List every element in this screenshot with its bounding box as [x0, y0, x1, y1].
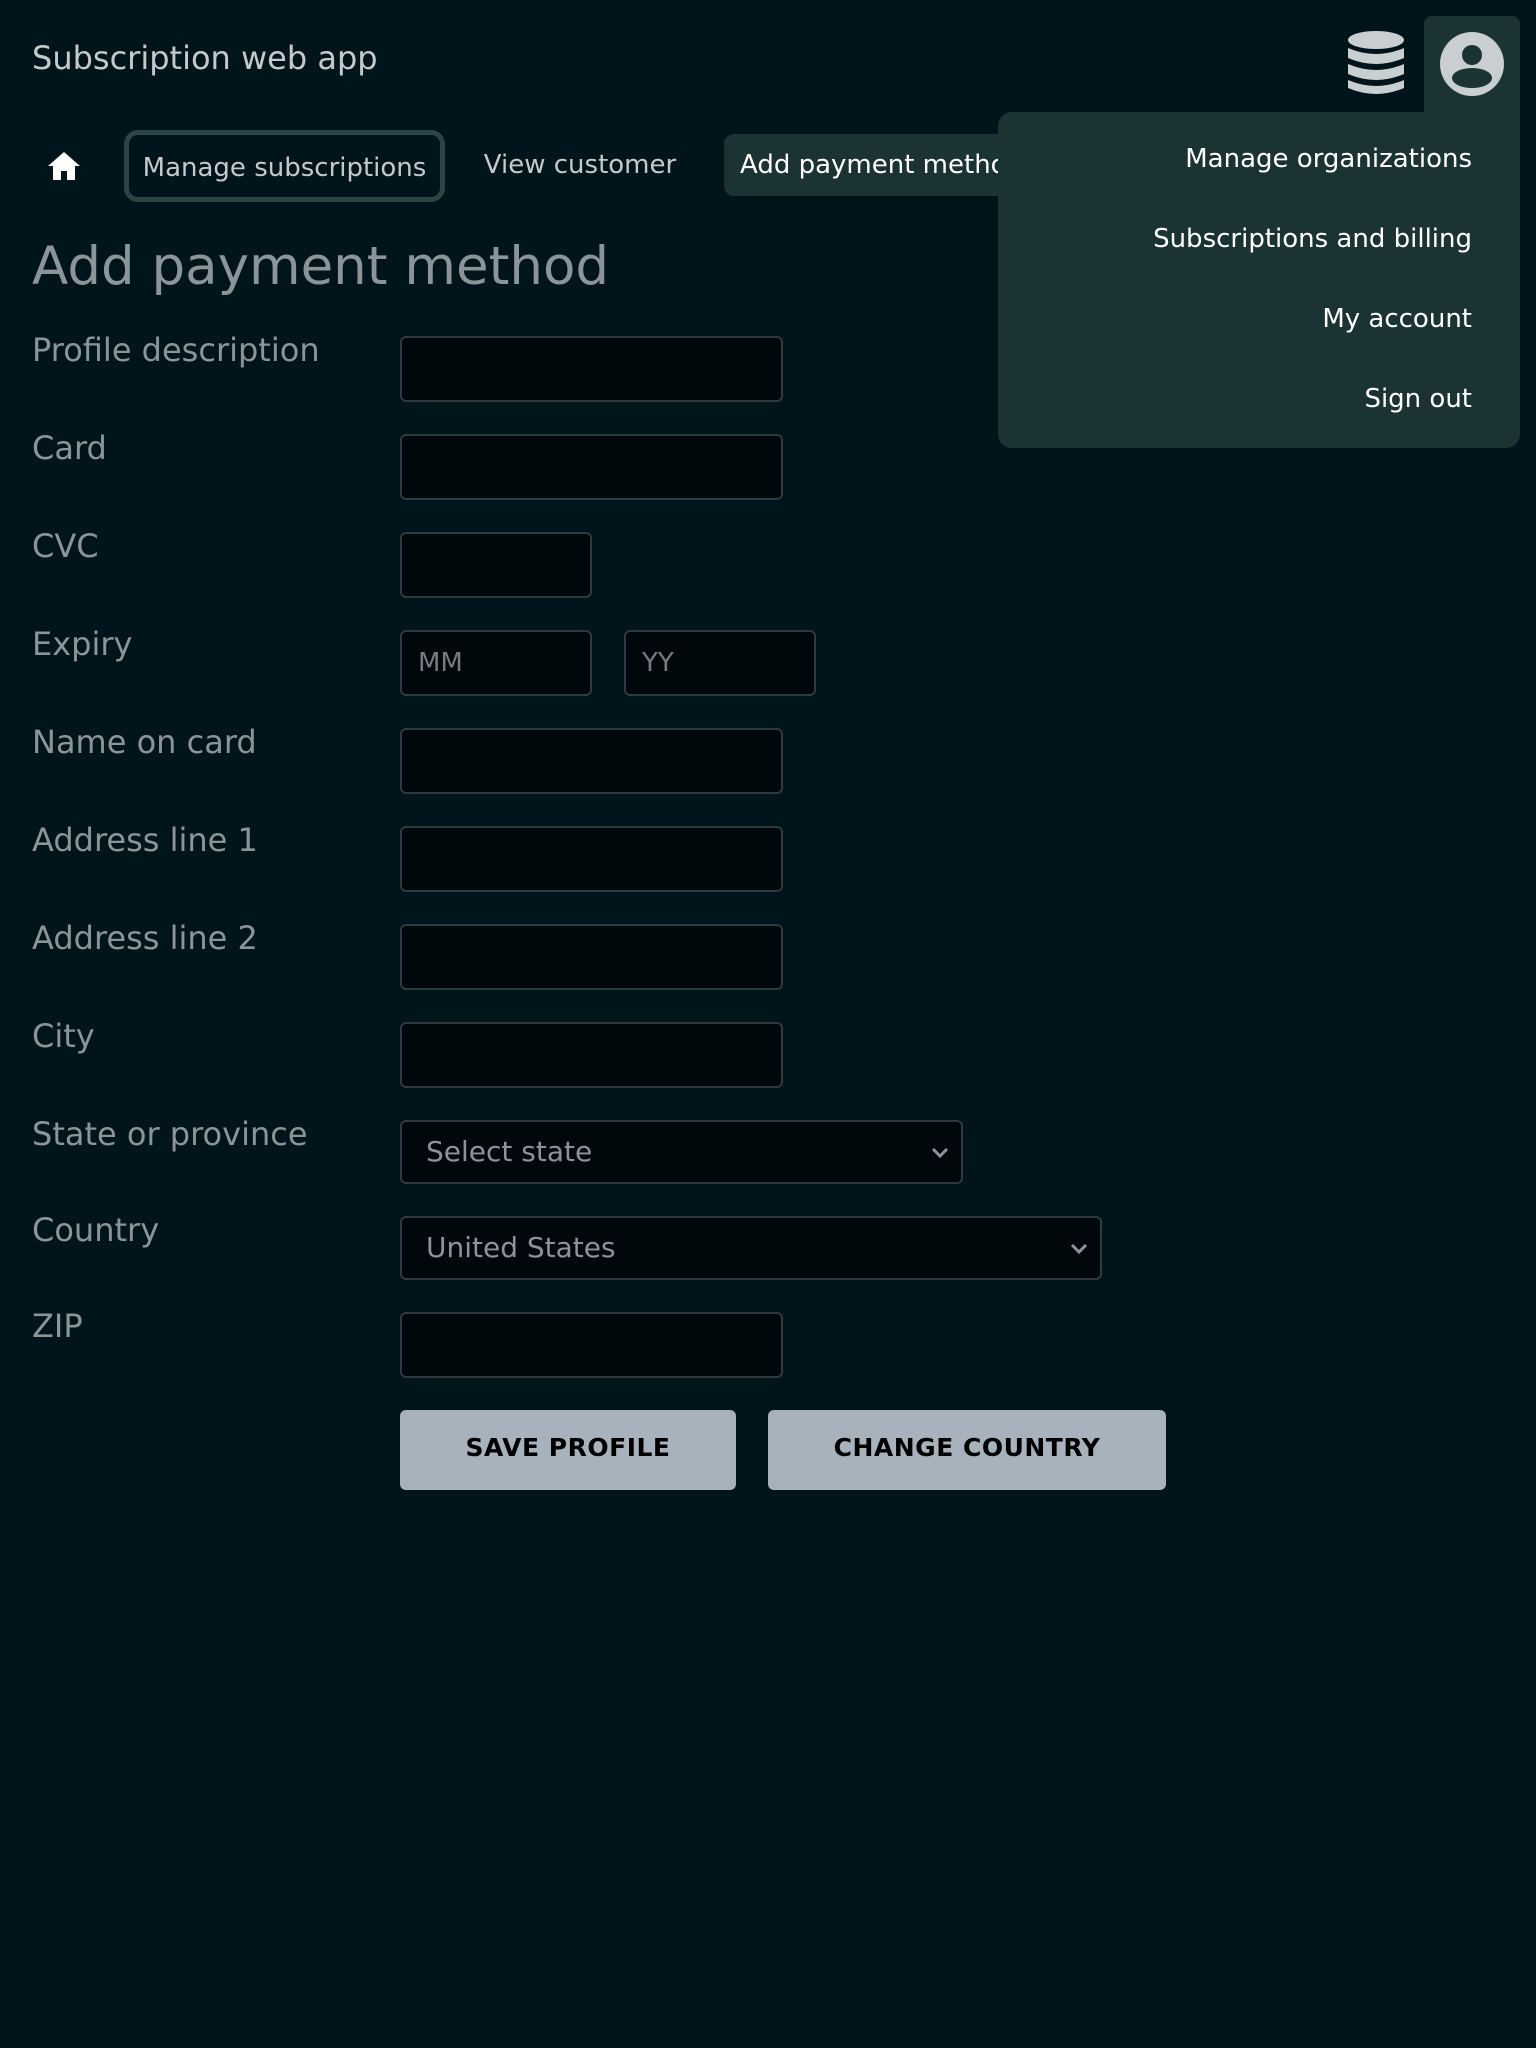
name-on-card-input[interactable]	[400, 728, 783, 794]
app-title: Subscription web app	[32, 39, 378, 77]
account-dropdown-menu: Manage organizations Subscriptions and b…	[998, 112, 1520, 448]
tab-manage-subscriptions[interactable]: Manage subscriptions	[124, 130, 445, 202]
tab-view-customer[interactable]: View customer	[470, 134, 690, 196]
chevron-down-icon	[931, 1147, 949, 1159]
cvc-input[interactable]	[400, 532, 592, 598]
label-zip: ZIP	[32, 1307, 83, 1345]
database-icon[interactable]	[1345, 30, 1407, 98]
menu-item-subscriptions-billing[interactable]: Subscriptions and billing	[1153, 226, 1472, 252]
label-cvc: CVC	[32, 527, 99, 565]
state-select-value: Select state	[426, 1135, 593, 1168]
label-address-line-1: Address line 1	[32, 821, 258, 859]
save-profile-button[interactable]: SAVE PROFILE	[400, 1410, 736, 1490]
home-button[interactable]	[40, 142, 88, 190]
menu-item-sign-out[interactable]: Sign out	[1364, 386, 1472, 412]
change-country-button[interactable]: CHANGE COUNTRY	[768, 1410, 1166, 1490]
menu-item-my-account[interactable]: My account	[1322, 306, 1472, 332]
label-card: Card	[32, 429, 107, 467]
address-line-2-input[interactable]	[400, 924, 783, 990]
label-name-on-card: Name on card	[32, 723, 257, 761]
page-title: Add payment method	[32, 236, 610, 297]
country-select[interactable]: United States	[400, 1216, 1102, 1280]
nav-bar: Manage subscriptions View customer Add p…	[0, 130, 1100, 202]
state-select[interactable]: Select state	[400, 1120, 963, 1184]
account-circle-icon	[1440, 32, 1504, 96]
label-profile-description: Profile description	[32, 331, 320, 369]
label-expiry: Expiry	[32, 625, 133, 663]
expiry-year-input[interactable]	[624, 630, 816, 696]
account-menu-button[interactable]	[1424, 16, 1520, 114]
country-select-value: United States	[426, 1231, 616, 1264]
profile-description-input[interactable]	[400, 336, 783, 402]
city-input[interactable]	[400, 1022, 783, 1088]
card-number-input[interactable]	[400, 434, 783, 500]
chevron-down-icon	[1070, 1243, 1088, 1255]
expiry-month-input[interactable]	[400, 630, 592, 696]
label-state-province: State or province	[32, 1115, 308, 1153]
label-country: Country	[32, 1211, 160, 1249]
label-city: City	[32, 1017, 95, 1055]
tab-add-payment-method[interactable]: Add payment metho	[724, 134, 1024, 196]
zip-input[interactable]	[400, 1312, 783, 1378]
menu-item-manage-organizations[interactable]: Manage organizations	[1185, 146, 1472, 172]
address-line-1-input[interactable]	[400, 826, 783, 892]
label-address-line-2: Address line 2	[32, 919, 258, 957]
home-icon	[48, 152, 80, 180]
